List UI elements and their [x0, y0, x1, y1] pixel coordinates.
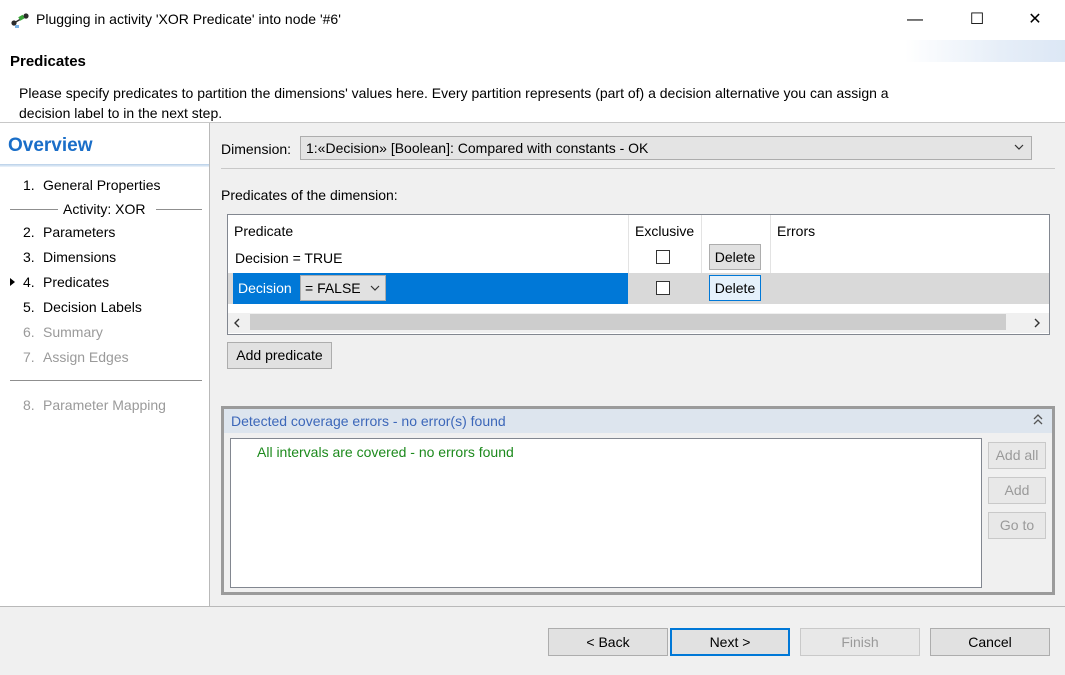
nav-item-label: Predicates: [43, 274, 110, 290]
sidebar-divider: [10, 380, 202, 381]
nav-item-number: 5.: [23, 299, 35, 315]
nav-item-assign-edges: 7. Assign Edges: [23, 349, 129, 365]
predicate-operator-combo[interactable]: = FALSE: [300, 275, 386, 301]
nav-item-general-properties[interactable]: 1. General Properties: [23, 177, 161, 193]
nav-item-decision-labels[interactable]: 5. Decision Labels: [23, 299, 142, 315]
nav-item-number: 6.: [23, 324, 35, 340]
predicates-table: Predicate Exclusive Errors Decision = TR…: [227, 214, 1050, 335]
column-header-predicate[interactable]: Predicate: [234, 223, 293, 239]
predicate-cell[interactable]: Decision = TRUE: [235, 250, 343, 266]
wizard-header: Predicates Please specify predicates to …: [0, 40, 1065, 123]
predicates-label: Predicates of the dimension:: [221, 187, 398, 203]
dimension-divider: [221, 168, 1055, 169]
nav-item-label: Decision Labels: [43, 299, 142, 315]
coverage-error-list[interactable]: All intervals are covered - no errors fo…: [230, 438, 982, 588]
scroll-left-icon[interactable]: [232, 317, 242, 329]
page-title: Predicates: [10, 53, 86, 70]
header-decoration: [905, 40, 1065, 62]
page-description: Please specify predicates to partition t…: [19, 85, 889, 121]
back-button[interactable]: < Back: [548, 628, 668, 656]
dimension-select[interactable]: 1:«Decision» [Boolean]: Compared with co…: [300, 136, 1032, 160]
chevron-down-icon: [370, 285, 380, 291]
cancel-button[interactable]: Cancel: [930, 628, 1050, 656]
activity-divider-right: [156, 209, 202, 210]
predicate-variable: Decision: [238, 280, 292, 296]
predicate-cell-selected[interactable]: [233, 273, 628, 304]
add-predicate-button[interactable]: Add predicate: [227, 342, 332, 369]
predicate-operator-value: = FALSE: [305, 280, 361, 296]
column-header-exclusive[interactable]: Exclusive: [635, 223, 694, 239]
column-header-errors[interactable]: Errors: [777, 223, 815, 239]
close-button[interactable]: ✕: [1015, 6, 1055, 34]
nav-item-label: Dimensions: [43, 249, 117, 265]
activity-divider-left: [10, 209, 58, 210]
delete-button[interactable]: Delete: [709, 244, 761, 270]
finish-button[interactable]: Finish: [800, 628, 920, 656]
current-step-arrow-icon: [10, 278, 15, 286]
nav-item-summary: 6. Summary: [23, 324, 103, 340]
delete-button[interactable]: Delete: [709, 275, 761, 301]
horizontal-scrollbar[interactable]: [228, 313, 1049, 333]
add-all-button[interactable]: Add all: [988, 442, 1046, 469]
nav-item-number: 3.: [23, 249, 35, 265]
coverage-header: Detected coverage errors - no error(s) f…: [224, 409, 1052, 433]
nav-item-label: Assign Edges: [43, 349, 129, 365]
nav-item-number: 8.: [23, 397, 35, 413]
nav-item-label: General Properties: [43, 177, 161, 193]
go-to-button[interactable]: Go to: [988, 512, 1046, 539]
dimension-select-value: 1:«Decision» [Boolean]: Compared with co…: [306, 140, 649, 156]
footer-divider: [0, 606, 1065, 607]
nav-item-dimensions[interactable]: 3. Dimensions: [23, 249, 116, 265]
coverage-message: All intervals are covered - no errors fo…: [257, 444, 514, 460]
dimension-label: Dimension:: [221, 141, 292, 157]
add-button[interactable]: Add: [988, 477, 1046, 504]
chevron-down-icon: [1014, 144, 1024, 150]
nav-item-parameter-mapping: 8. Parameter Mapping: [23, 397, 166, 413]
overview-title: Overview: [8, 135, 93, 156]
nav-item-number: 1.: [23, 177, 35, 193]
coverage-title: Detected coverage errors - no error(s) f…: [231, 413, 506, 429]
minimize-button[interactable]: —: [895, 6, 935, 34]
scrollbar-thumb[interactable]: [250, 314, 1006, 330]
title-bar: Plugging in activity 'XOR Predicate' int…: [0, 0, 1065, 40]
activity-group-label: Activity: XOR: [63, 201, 146, 217]
window-title: Plugging in activity 'XOR Predicate' int…: [36, 11, 341, 27]
nav-item-number: 7.: [23, 349, 35, 365]
plug-node-icon: [11, 13, 29, 28]
nav-item-number: 4.: [23, 274, 35, 290]
overview-sidebar: Overview 1. General Properties Activity: …: [0, 123, 210, 606]
next-button[interactable]: Next >: [670, 628, 790, 656]
nav-item-label: Parameter Mapping: [43, 397, 166, 413]
coverage-section: Detected coverage errors - no error(s) f…: [221, 406, 1055, 595]
overview-divider: [0, 164, 209, 167]
exclusive-checkbox[interactable]: [656, 281, 670, 295]
scroll-right-icon[interactable]: [1032, 317, 1042, 329]
nav-item-number: 2.: [23, 224, 35, 240]
nav-item-parameters[interactable]: 2. Parameters: [23, 224, 115, 240]
exclusive-checkbox[interactable]: [656, 250, 670, 264]
nav-item-label: Parameters: [43, 224, 116, 240]
collapse-icon[interactable]: [1032, 413, 1044, 427]
maximize-button[interactable]: ☐: [957, 6, 997, 34]
nav-item-predicates[interactable]: 4. Predicates: [23, 274, 109, 290]
nav-item-label: Summary: [43, 324, 103, 340]
